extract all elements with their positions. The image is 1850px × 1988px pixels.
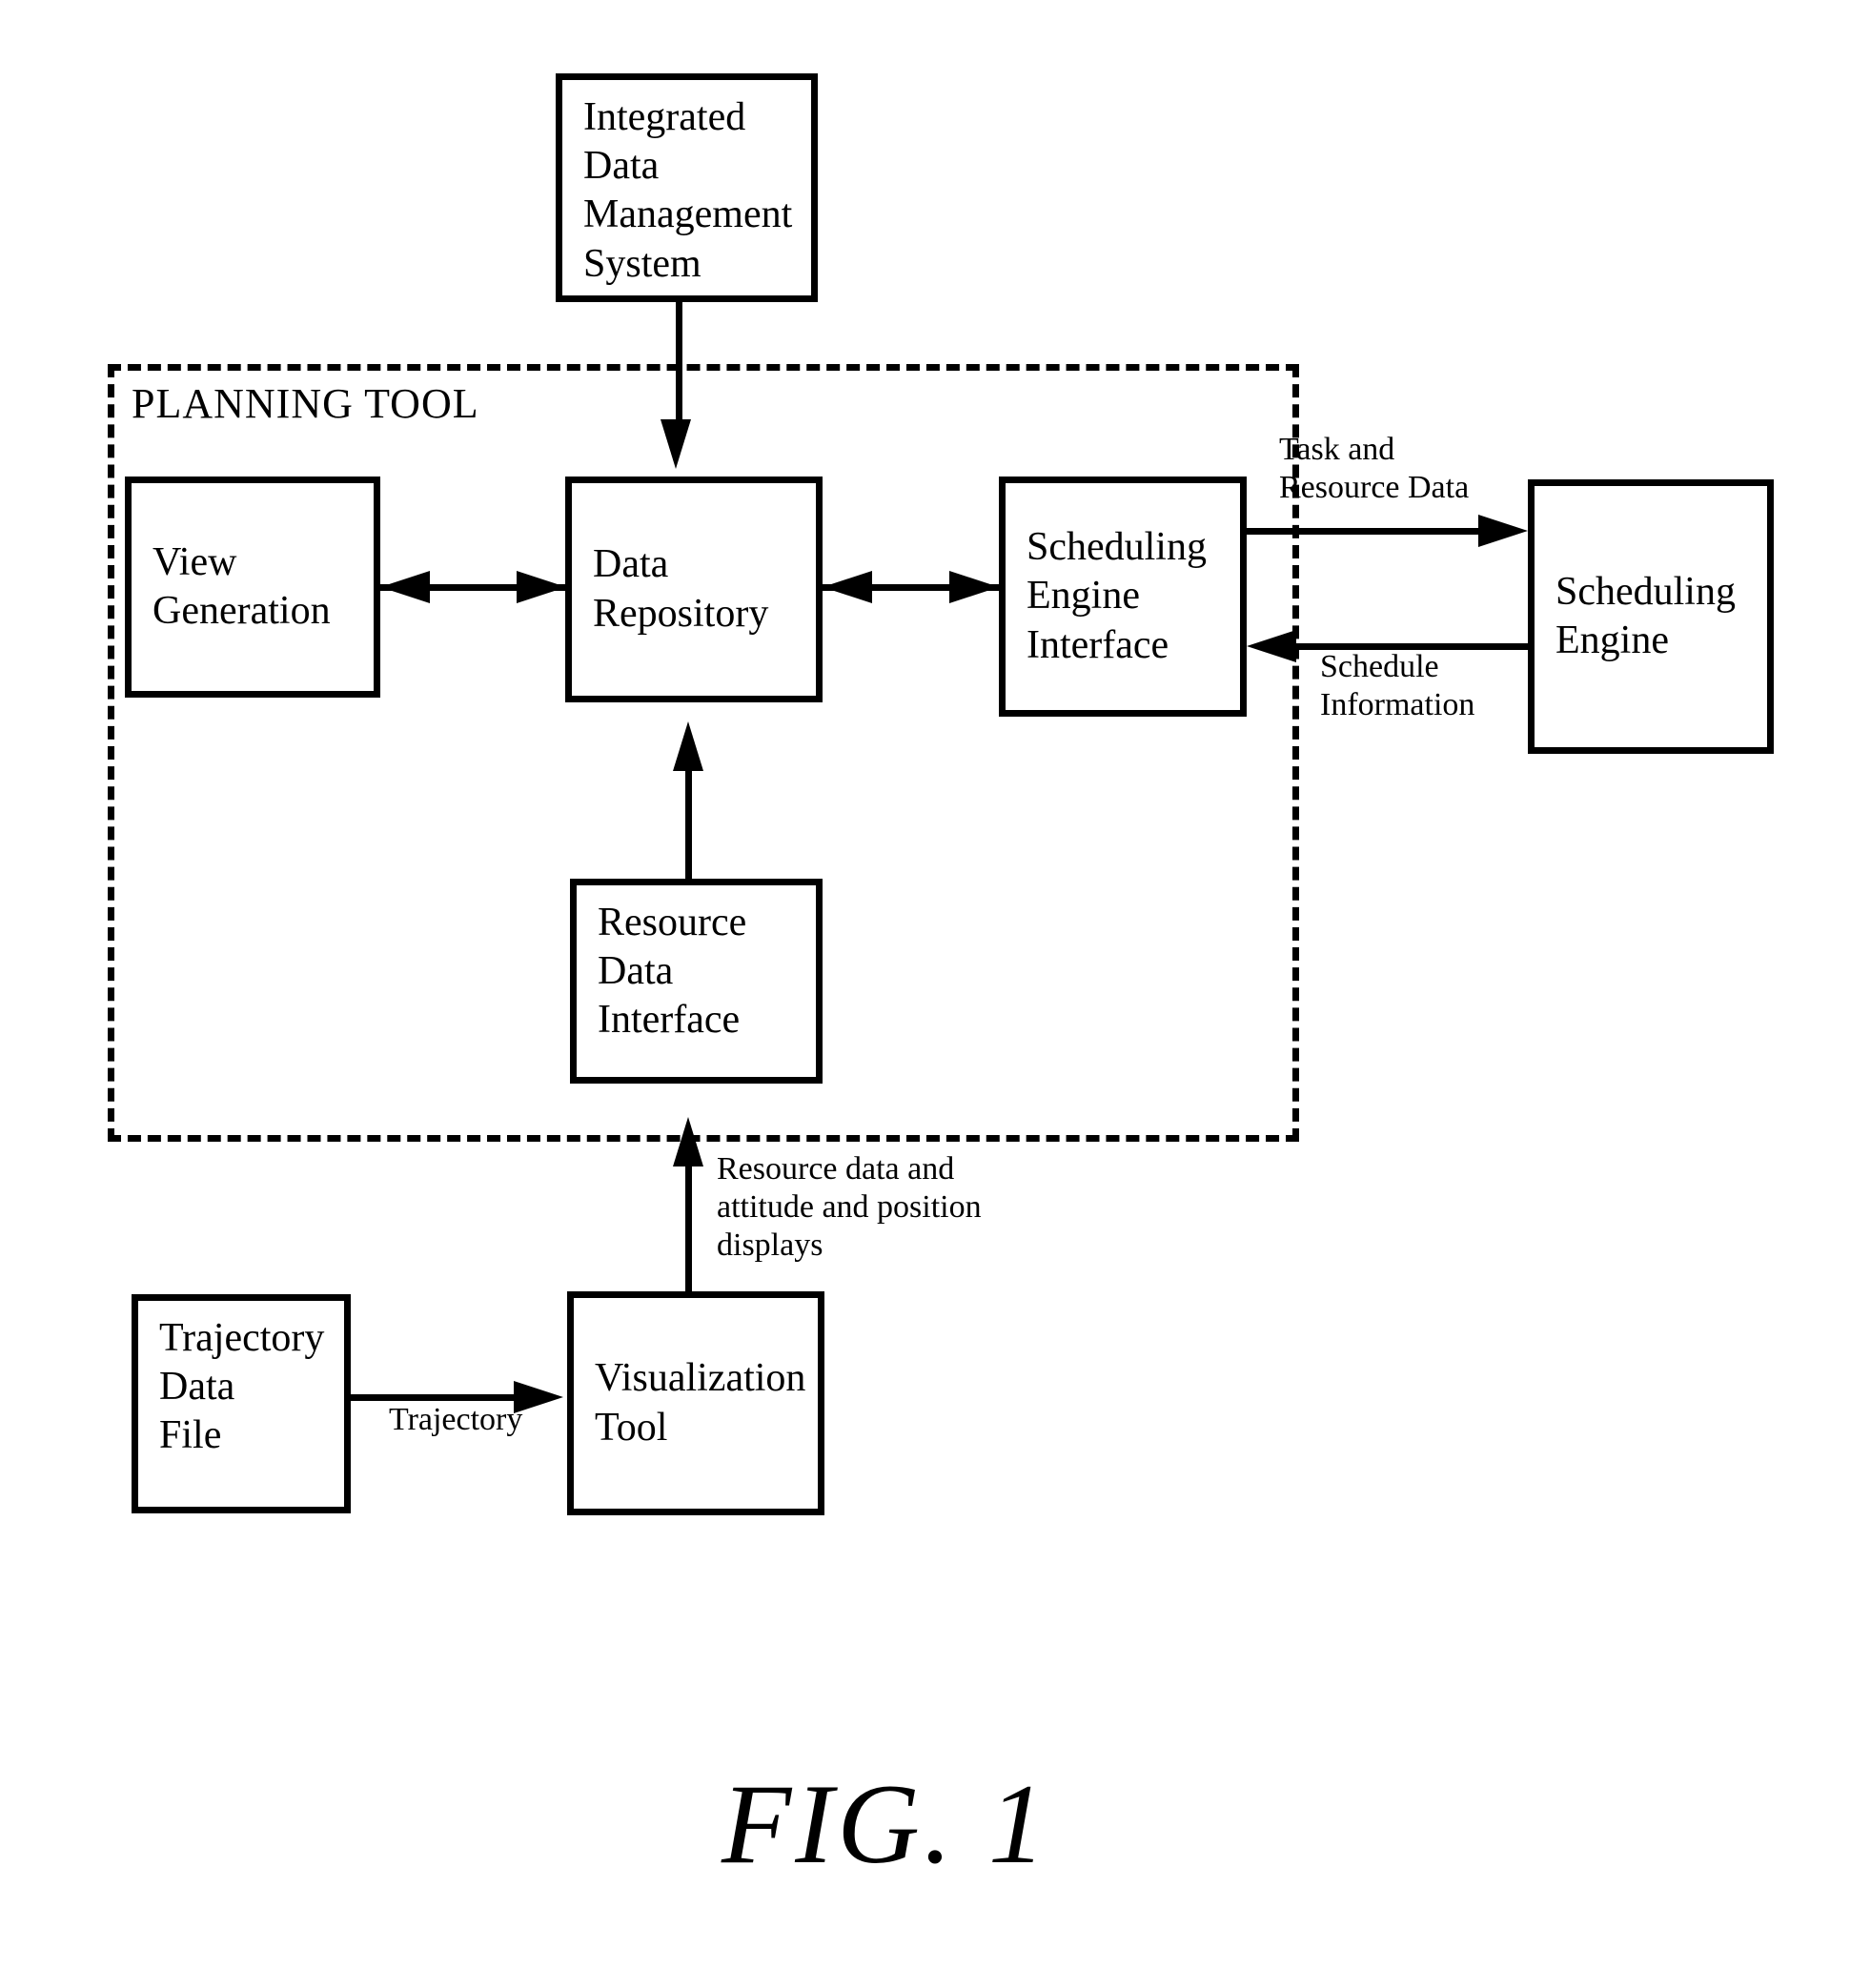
- planning-tool-label: PLANNING TOOL: [132, 380, 479, 427]
- node-data-repository[interactable]: Data Repository: [565, 477, 823, 702]
- edge-data-repository-sei-arrowhead-left: [823, 571, 872, 603]
- edge-label-resource-data-displays: Resource data and attitude and position …: [717, 1151, 982, 1264]
- edge-view-generation-arrowhead-left: [380, 571, 430, 603]
- edge-label-trajectory: Trajectory: [389, 1402, 523, 1437]
- edge-sei-to-engine-arrowhead: [1478, 515, 1528, 547]
- edge-data-repository-sei-arrowhead-right: [949, 571, 999, 603]
- node-trajectory-data-file[interactable]: Trajectory Data File: [132, 1294, 351, 1513]
- edge-engine-to-sei-arrowhead: [1247, 630, 1296, 662]
- edge-idms-to-data-repository-arrowhead: [661, 419, 691, 469]
- edge-idms-to-data-repository-line: [676, 302, 682, 424]
- edge-label-schedule-information: Schedule Information: [1320, 649, 1475, 723]
- node-integrated-data-management-system[interactable]: Integrated Data Management System: [556, 73, 818, 302]
- edge-sei-to-engine-line: [1247, 528, 1490, 535]
- edge-traj-to-viz-line: [351, 1394, 518, 1401]
- node-view-generation[interactable]: View Generation: [125, 477, 380, 698]
- edge-viz-to-rdi-arrowhead: [673, 1117, 703, 1166]
- figure-caption: FIG. 1: [722, 1760, 1049, 1887]
- node-resource-data-interface[interactable]: Resource Data Interface: [570, 879, 823, 1084]
- node-scheduling-engine-interface[interactable]: Scheduling Engine Interface: [999, 477, 1247, 717]
- edge-rdi-to-data-repository-line: [685, 753, 692, 879]
- node-scheduling-engine[interactable]: Scheduling Engine: [1528, 479, 1774, 754]
- edge-view-generation-arrowhead-right: [517, 571, 566, 603]
- patent-figure-page: PLANNING TOOL Integrated Data Management…: [0, 0, 1850, 1988]
- edge-label-task-and-resource-data: Task and Resource Data: [1279, 432, 1470, 506]
- node-visualization-tool[interactable]: Visualization Tool: [567, 1291, 824, 1515]
- edge-rdi-to-data-repository-arrowhead: [673, 721, 703, 771]
